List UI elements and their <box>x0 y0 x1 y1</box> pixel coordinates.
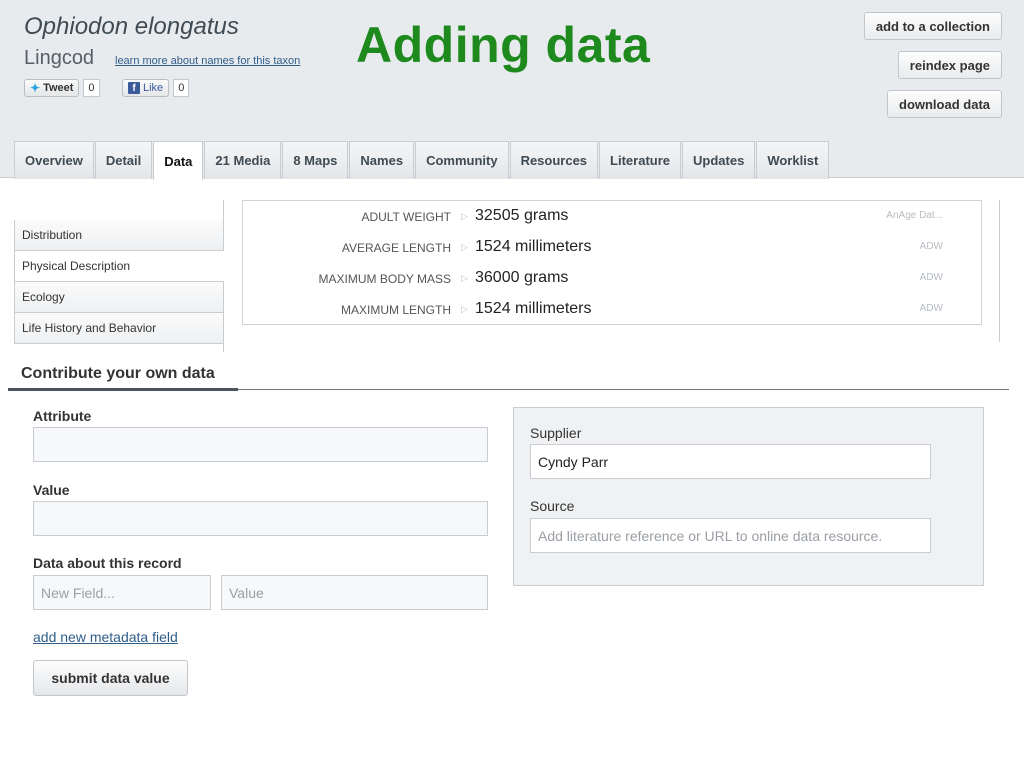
supplier-input[interactable] <box>530 444 931 479</box>
data-row: Average length ▷ 1524 millimeters ADW <box>243 232 983 263</box>
tweet-widget: ✦ Tweet 0 <box>24 78 100 98</box>
data-table: Adult weight ▷ 32505 grams AnAge Dat... Aver… <box>242 200 982 325</box>
tab-detail[interactable]: Detail <box>94 141 153 179</box>
twitter-bird-icon: ✦ <box>30 81 41 95</box>
subnav-spacer-bottom <box>14 344 224 352</box>
contribute-heading: Contribute your own data <box>21 365 215 382</box>
tab-21-media[interactable]: 21 Media <box>204 141 282 179</box>
data-value: 32505 grams <box>475 207 569 224</box>
new-field-input[interactable] <box>33 575 211 610</box>
data-row: Maximum length ▷ 1524 millimeters ADW <box>243 294 983 325</box>
supplier-label: Supplier <box>530 425 582 441</box>
like-button[interactable]: f Like <box>122 79 170 97</box>
metadata-value-input[interactable] <box>221 575 488 610</box>
value-label: Value <box>33 482 70 498</box>
data-source[interactable]: AnAge Dat... <box>886 210 943 221</box>
data-source[interactable]: ADW <box>920 241 943 252</box>
data-source[interactable]: ADW <box>920 272 943 283</box>
subnav-item-life-history-and-behavior[interactable]: Life History and Behavior <box>14 313 224 344</box>
content-divider <box>999 200 1000 342</box>
tab-resources[interactable]: Resources <box>509 141 599 179</box>
data-value: 1524 millimeters <box>475 300 592 317</box>
source-label: Source <box>530 498 575 514</box>
expand-arrow-icon[interactable]: ▷ <box>461 242 468 253</box>
common-name: Lingcod <box>24 47 95 69</box>
submit-data-button[interactable]: submit data value <box>33 660 188 696</box>
tab-bar: Overview Detail Data 21 Media 8 Maps Names Com… <box>14 141 830 180</box>
expand-arrow-icon[interactable]: ▷ <box>461 211 468 222</box>
expand-arrow-icon[interactable]: ▷ <box>461 273 468 284</box>
subnav-item-distribution[interactable]: Distribution <box>14 220 224 251</box>
like-label: Like <box>143 82 164 94</box>
tweet-label: Tweet <box>43 82 74 94</box>
tab-worklist[interactable]: Worklist <box>756 141 830 179</box>
data-attribute: Adult weight <box>361 210 451 224</box>
tab-updates[interactable]: Updates <box>682 141 756 179</box>
data-value: 1524 millimeters <box>475 238 592 255</box>
tab-names[interactable]: Names <box>349 141 415 179</box>
facebook-icon: f <box>128 82 140 94</box>
tweet-count: 0 <box>83 79 100 97</box>
slide-title: Adding data <box>356 17 651 73</box>
like-count: 0 <box>173 79 190 97</box>
tab-8-maps[interactable]: 8 Maps <box>282 141 349 179</box>
attribute-input[interactable] <box>33 427 488 462</box>
source-input[interactable] <box>530 518 931 553</box>
data-source[interactable]: ADW <box>920 303 943 314</box>
data-subnav: Distribution Physical Description Ecology L… <box>14 200 224 352</box>
supplier-panel: Supplier Source <box>513 407 984 586</box>
scientific-name: Ophiodon elongatus <box>24 13 239 40</box>
add-metadata-field-link[interactable]: add new metadata field <box>33 629 178 645</box>
data-row: Adult weight ▷ 32505 grams AnAge Dat... <box>243 201 983 232</box>
data-value: 36000 grams <box>475 269 569 286</box>
metadata-label: Data about this record <box>33 555 182 571</box>
names-info-link[interactable]: learn more about names for this taxon <box>115 55 300 67</box>
data-row: Maximum body mass ▷ 36000 grams ADW <box>243 263 983 294</box>
add-to-collection-button[interactable]: add to a collection <box>863 12 1002 40</box>
subnav-spacer <box>14 200 224 220</box>
download-data-button[interactable]: download data <box>887 90 1002 118</box>
tab-data[interactable]: Data <box>153 141 204 180</box>
page-header: Ophiodon elongatus Lingcod learn more ab… <box>0 0 1024 180</box>
subnav-item-physical-description[interactable]: Physical Description <box>14 251 224 282</box>
reindex-page-button[interactable]: reindex page <box>897 51 1002 79</box>
contribute-divider-accent <box>8 388 238 391</box>
subnav-item-ecology[interactable]: Ecology <box>14 282 224 313</box>
like-widget: f Like 0 <box>122 78 190 98</box>
data-attribute: Maximum body mass <box>318 272 451 286</box>
value-input[interactable] <box>33 501 488 536</box>
data-attribute: Maximum length <box>340 303 451 317</box>
tab-literature[interactable]: Literature <box>599 141 682 179</box>
expand-arrow-icon[interactable]: ▷ <box>461 304 468 315</box>
attribute-label: Attribute <box>33 408 92 424</box>
tweet-button[interactable]: ✦ Tweet <box>24 79 80 97</box>
tab-community[interactable]: Community <box>415 141 509 179</box>
data-attribute: Average length <box>341 241 451 255</box>
tab-overview[interactable]: Overview <box>14 141 94 179</box>
